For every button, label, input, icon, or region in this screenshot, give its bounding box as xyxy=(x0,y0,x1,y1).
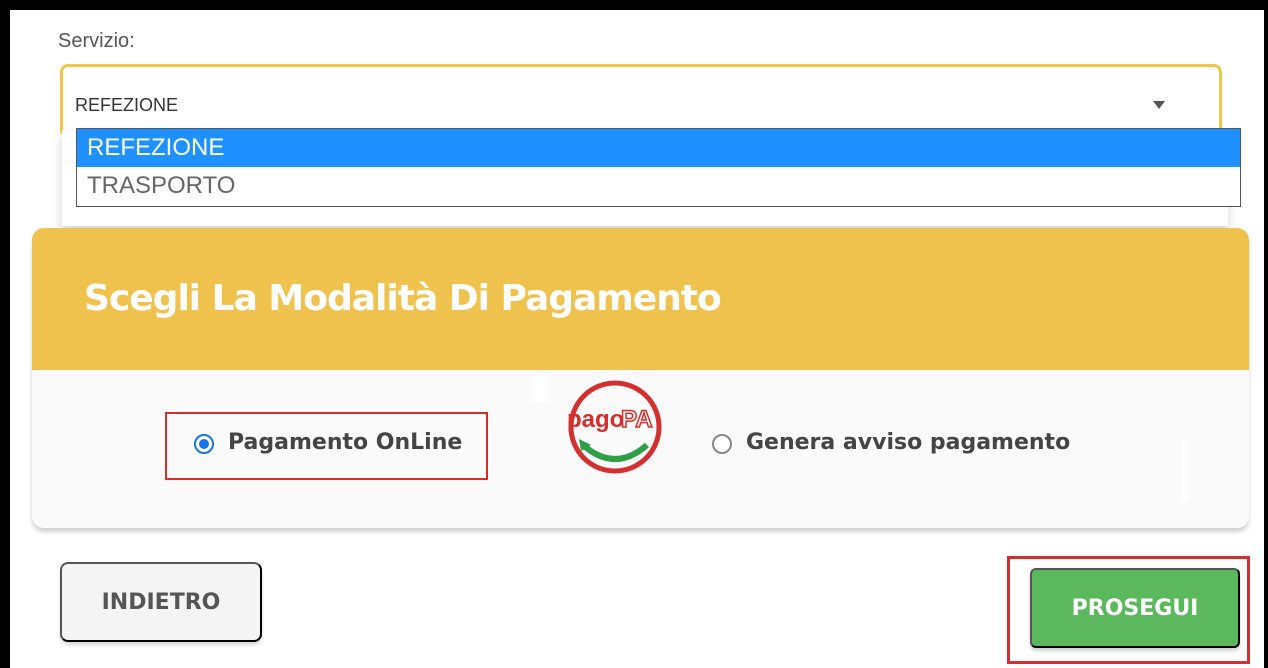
pagopa-logo-text: pago xyxy=(567,406,624,433)
pagopa-logo-icon: pago PA xyxy=(567,380,662,474)
decorative-block xyxy=(1182,440,1188,502)
service-dropdown-list[interactable]: REFEZIONE TRASPORTO xyxy=(76,128,1241,207)
generate-notice-radio[interactable] xyxy=(712,434,732,454)
dropdown-option-refezione[interactable]: REFEZIONE xyxy=(77,129,1240,167)
dropdown-option-trasporto[interactable]: TRASPORTO xyxy=(77,167,1240,205)
generate-notice-label[interactable]: Genera avviso pagamento xyxy=(746,430,1070,455)
service-select[interactable]: REFEZIONE xyxy=(60,64,1222,138)
payment-card-title: Scegli La Modalità Di Pagamento xyxy=(84,278,722,319)
online-payment-label[interactable]: Pagamento OnLine xyxy=(228,430,462,455)
pagopa-logo-text-pa: PA xyxy=(621,406,653,433)
service-label: Servizio: xyxy=(58,30,135,52)
caret-down-icon[interactable] xyxy=(1153,101,1165,109)
payment-method-card: Scegli La Modalità Di Pagamento Pagament… xyxy=(32,228,1249,528)
decorative-block xyxy=(532,374,548,402)
payment-card-header: Scegli La Modalità Di Pagamento xyxy=(32,228,1249,370)
online-payment-radio[interactable] xyxy=(194,434,214,454)
service-select-value: REFEZIONE xyxy=(75,95,179,115)
continue-button[interactable]: PROSEGUI xyxy=(1030,568,1240,648)
back-button[interactable]: INDIETRO xyxy=(60,562,262,642)
payment-card-body: Pagamento OnLine pago PA Genera avviso p… xyxy=(32,370,1249,528)
